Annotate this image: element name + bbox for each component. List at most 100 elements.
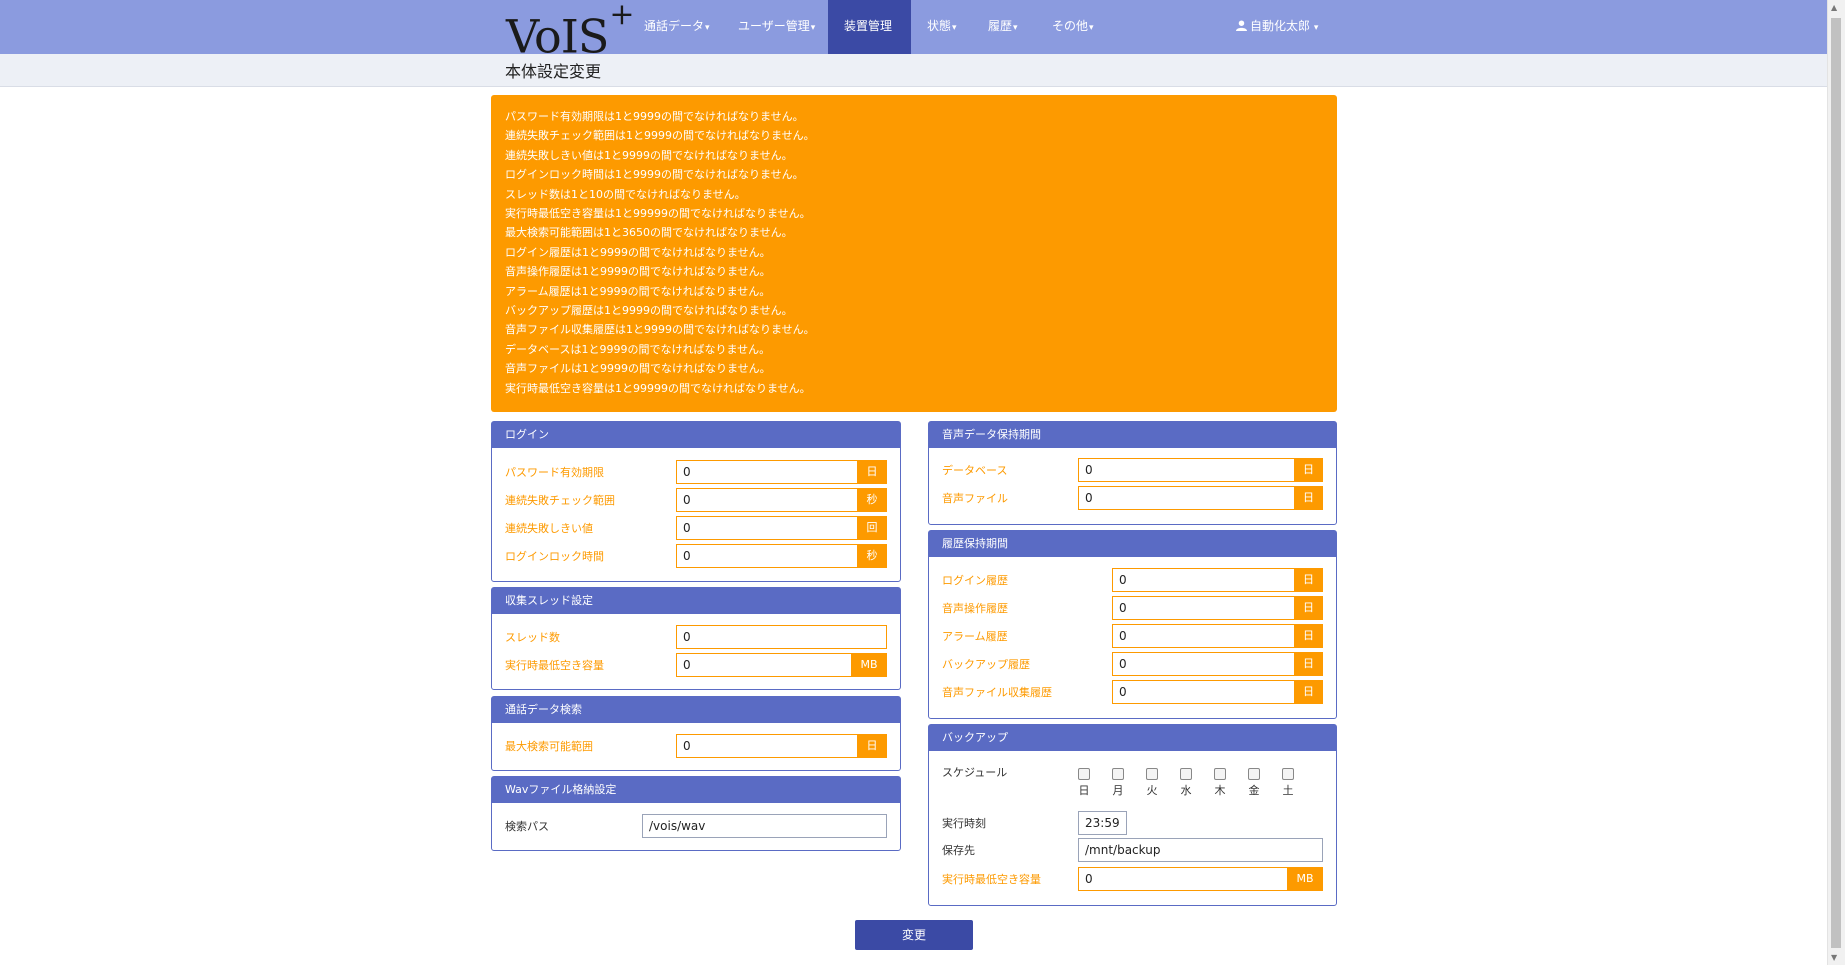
- nav-label: 通話データ: [644, 19, 705, 33]
- login-history-row: ログイン履歴 0 日: [929, 568, 1336, 592]
- failure-check-range-input[interactable]: 0: [676, 488, 858, 512]
- checkbox[interactable]: [1282, 768, 1294, 780]
- scrollbar-thumb[interactable]: [1831, 18, 1841, 948]
- unit-addon: 日: [1294, 652, 1323, 676]
- nav-label: 履歴: [988, 19, 1013, 33]
- max-search-range-input[interactable]: 0: [676, 734, 858, 758]
- voice-file-retention-input[interactable]: 0: [1078, 486, 1295, 510]
- field-label: アラーム履歴: [942, 630, 1008, 643]
- field-label: パスワード有効期限: [505, 466, 604, 479]
- thread-count-input[interactable]: 0: [676, 625, 887, 649]
- thread-count-row: スレッド数 0: [492, 625, 900, 649]
- schedule-day-thu[interactable]: 木: [1211, 768, 1229, 798]
- database-retention-input[interactable]: 0: [1078, 458, 1295, 482]
- checkbox[interactable]: [1248, 768, 1260, 780]
- day-label: 木: [1214, 784, 1226, 797]
- nav-call-data[interactable]: 通話データ▾: [628, 0, 726, 54]
- panel-title: バックアップ: [929, 725, 1336, 751]
- unit-addon: 日: [1294, 596, 1323, 620]
- call-data-search-panel: 通話データ検索 最大検索可能範囲 0 日: [491, 696, 901, 771]
- min-free-space-row: 実行時最低空き容量 0 MB: [492, 653, 900, 677]
- caret-down-icon: ▾: [1313, 23, 1319, 33]
- unit-addon: MB: [1287, 867, 1323, 891]
- wav-storage-panel: Wavファイル格納設定 検索パス /vois/wav: [491, 776, 901, 851]
- panel-title: Wavファイル格納設定: [492, 777, 900, 803]
- error-message: スレッド数は1と10の間でなければなりません。: [505, 187, 746, 201]
- alarm-history-input[interactable]: 0: [1112, 624, 1295, 648]
- min-free-space-input[interactable]: 0: [676, 653, 852, 677]
- field-label: 音声ファイル: [942, 492, 1008, 505]
- error-message: パスワード有効期限は1と9999の間でなければなりません。: [505, 110, 804, 123]
- day-label: 月: [1112, 784, 1124, 797]
- nav-status[interactable]: 状態▾: [911, 0, 973, 54]
- history-retention-panel: 履歴保持期間 ログイン履歴 0 日 音声操作履歴 0 日 アラーム履歴 0 日 …: [928, 530, 1337, 719]
- backup-panel: バックアップ スケジュール 日 月 火 水 木 金 土 実行時刻 23:59 保…: [928, 724, 1337, 906]
- nav-device-management[interactable]: 装置管理▾: [828, 0, 911, 85]
- search-path-input[interactable]: /vois/wav: [642, 814, 887, 838]
- backup-min-free-space-input[interactable]: 0: [1078, 867, 1288, 891]
- nav-other[interactable]: その他▾: [1036, 0, 1110, 54]
- error-message: バックアップ履歴は1と9999の間でなければなりません。: [505, 304, 793, 318]
- voice-operation-history-input[interactable]: 0: [1112, 596, 1295, 620]
- error-message: 実行時最低空き容量は1と99999の間でなければなりません。: [505, 381, 811, 395]
- day-label: 土: [1282, 784, 1294, 797]
- backup-history-input[interactable]: 0: [1112, 652, 1295, 676]
- checkbox[interactable]: [1180, 768, 1192, 780]
- unit-addon: 日: [1294, 486, 1323, 510]
- user-menu[interactable]: 自動化太郎 ▾: [1236, 0, 1318, 54]
- scroll-down-arrow-icon[interactable]: ▼: [1831, 953, 1837, 962]
- schedule-day-wed[interactable]: 水: [1177, 768, 1195, 798]
- max-search-range-row: 最大検索可能範囲 0 日: [492, 734, 900, 758]
- user-name: 自動化太郎: [1250, 19, 1311, 33]
- submit-change-button[interactable]: 変更: [855, 920, 973, 950]
- execution-time-row: 実行時刻 23:59: [929, 811, 1336, 835]
- unit-addon: 日: [1294, 680, 1323, 704]
- error-message: 連続失敗しきい値は1と9999の間でなければなりません。: [505, 148, 793, 162]
- nav-label: その他: [1052, 19, 1089, 33]
- checkbox[interactable]: [1214, 768, 1226, 780]
- vois-logo[interactable]: VoIS+: [506, 0, 635, 61]
- schedule-day-fri[interactable]: 金: [1245, 768, 1263, 798]
- schedule-day-mon[interactable]: 月: [1109, 768, 1127, 798]
- field-label: バックアップ履歴: [942, 658, 1030, 671]
- day-label: 水: [1180, 784, 1192, 797]
- nav-label: 装置管理: [844, 19, 893, 33]
- page-scrollbar[interactable]: ▲ ▼: [1827, 0, 1845, 965]
- schedule-day-sat[interactable]: 土: [1279, 768, 1297, 798]
- failure-check-range-row: 連続失敗チェック範囲 0 秒: [492, 488, 900, 512]
- login-lock-time-input[interactable]: 0: [676, 544, 858, 568]
- error-message: アラーム履歴は1と9999の間でなければなりません。: [505, 284, 771, 298]
- validation-error-alert: パスワード有効期限は1と9999の間でなければなりません。 連続失敗チェック範囲…: [491, 95, 1337, 412]
- backup-history-row: バックアップ履歴 0 日: [929, 652, 1336, 676]
- caret-down-icon: ▾: [1089, 23, 1094, 33]
- checkbox[interactable]: [1078, 768, 1090, 780]
- unit-addon: MB: [851, 653, 887, 677]
- field-label: 実行時刻: [942, 817, 986, 830]
- caret-down-icon: ▾: [810, 23, 816, 33]
- schedule-day-tue[interactable]: 火: [1143, 768, 1161, 798]
- login-history-input[interactable]: 0: [1112, 568, 1295, 592]
- page-header-bar: [0, 54, 1828, 87]
- field-label: 音声ファイル収集履歴: [942, 686, 1052, 699]
- backup-destination-input[interactable]: /mnt/backup: [1078, 838, 1323, 862]
- password-expiry-input[interactable]: 0: [676, 460, 858, 484]
- backup-min-free-space-row: 実行時最低空き容量 0 MB: [929, 867, 1336, 891]
- unit-addon: 秒: [857, 544, 887, 568]
- field-label: 連続失敗チェック範囲: [505, 494, 615, 507]
- scroll-up-arrow-icon[interactable]: ▲: [1831, 3, 1837, 12]
- field-label: スケジュール: [942, 766, 1008, 779]
- failure-threshold-input[interactable]: 0: [676, 516, 858, 540]
- checkbox[interactable]: [1112, 768, 1124, 780]
- nav-history[interactable]: 履歴▾: [972, 0, 1034, 54]
- voice-operation-history-row: 音声操作履歴 0 日: [929, 596, 1336, 620]
- checkbox[interactable]: [1146, 768, 1158, 780]
- voice-file-collection-history-input[interactable]: 0: [1112, 680, 1295, 704]
- execution-time-input[interactable]: 23:59: [1078, 811, 1127, 835]
- error-message: 連続失敗チェック範囲は1と9999の間でなければなりません。: [505, 129, 815, 143]
- field-label: スレッド数: [505, 631, 560, 644]
- user-icon: [1236, 20, 1247, 31]
- nav-user-management[interactable]: ユーザー管理▾: [722, 0, 831, 54]
- field-label: 最大検索可能範囲: [505, 740, 593, 753]
- alarm-history-row: アラーム履歴 0 日: [929, 624, 1336, 648]
- schedule-day-sun[interactable]: 日: [1075, 768, 1093, 798]
